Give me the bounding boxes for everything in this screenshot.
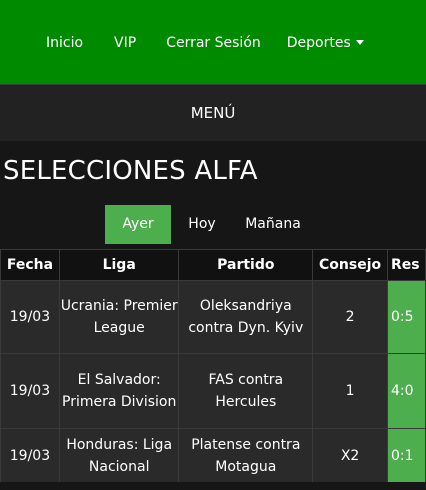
header-fecha: Fecha (0, 249, 60, 281)
cell-consejo: 1 (312, 353, 389, 429)
cell-partido: Platense contra Motagua (178, 428, 314, 484)
table-row: 19/03 Ucrania: Premier League Oleksandri… (0, 280, 426, 354)
table-row: 19/03 Honduras: Liga Nacional Platense c… (0, 428, 426, 484)
nav-link-cerrar-sesion[interactable]: Cerrar Sesión (166, 35, 261, 51)
cell-liga: Ucrania: Premier League (58, 280, 180, 354)
nav-link-vip[interactable]: VIP (114, 35, 136, 51)
table-row: 19/03 El Salvador: Primera Division FAS … (0, 353, 426, 429)
nav-link-inicio[interactable]: Inicio (46, 35, 83, 51)
cell-res: 0:1 (387, 428, 426, 484)
header-liga: Liga (58, 249, 180, 281)
caret-down-icon (355, 40, 364, 45)
top-navigation-bar: Inicio VIP Cerrar Sesión Deportes (0, 0, 426, 84)
cell-res: 0:5 (387, 280, 426, 354)
cell-consejo: X2 (312, 428, 389, 484)
cell-liga: El Salvador: Primera Division (58, 353, 180, 429)
menu-toggle-button[interactable]: MENÚ (0, 84, 426, 141)
header-consejo: Consejo (312, 249, 389, 281)
day-tabs: Ayer Hoy Mañana (105, 205, 313, 244)
tab-hoy[interactable]: Hoy (171, 205, 233, 244)
cell-liga: Honduras: Liga Nacional (58, 428, 180, 484)
header-partido: Partido (178, 249, 314, 281)
cell-res: 4:0 (387, 353, 426, 429)
cell-consejo: 2 (312, 280, 389, 354)
cell-partido: FAS contra Hercules (178, 353, 314, 429)
cell-fecha: 19/03 (0, 353, 60, 429)
page-title: SELECCIONES ALFA (3, 156, 258, 186)
picks-table: Fecha Liga Partido Consejo Res 19/03 Ucr… (0, 249, 426, 484)
table-header-row: Fecha Liga Partido Consejo Res (0, 249, 426, 281)
page-bottom-edge (0, 482, 426, 490)
menu-label: MENÚ (190, 104, 236, 122)
tab-manana[interactable]: Mañana (233, 205, 313, 244)
header-res: Res (387, 249, 426, 281)
nav-dropdown-deportes-label: Deportes (286, 35, 351, 51)
cell-partido: Oleksandriya contra Dyn. Kyiv (178, 280, 314, 354)
tab-ayer[interactable]: Ayer (105, 205, 171, 244)
cell-fecha: 19/03 (0, 428, 60, 484)
cell-fecha: 19/03 (0, 280, 60, 354)
nav-links: Inicio VIP Cerrar Sesión Deportes (46, 35, 364, 51)
nav-dropdown-deportes[interactable]: Deportes (287, 35, 364, 51)
